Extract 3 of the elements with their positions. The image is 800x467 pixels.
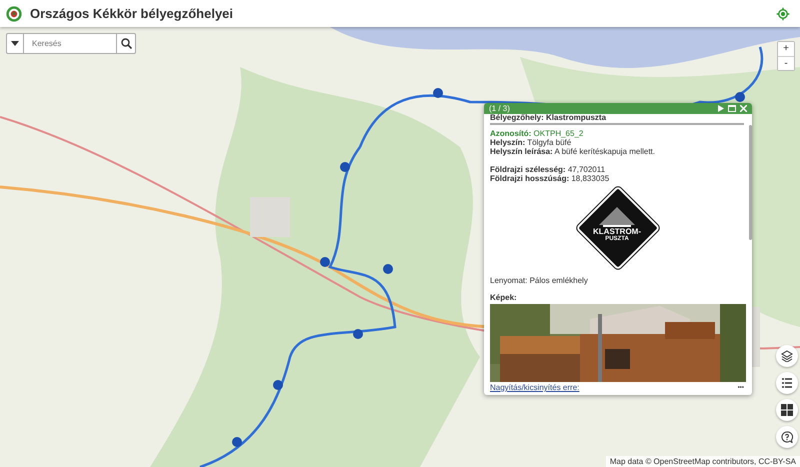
logo-icon: [6, 6, 22, 22]
app-title: Országos Kékkör bélyegzőhelyei: [30, 6, 234, 21]
locate-icon[interactable]: [776, 6, 790, 20]
